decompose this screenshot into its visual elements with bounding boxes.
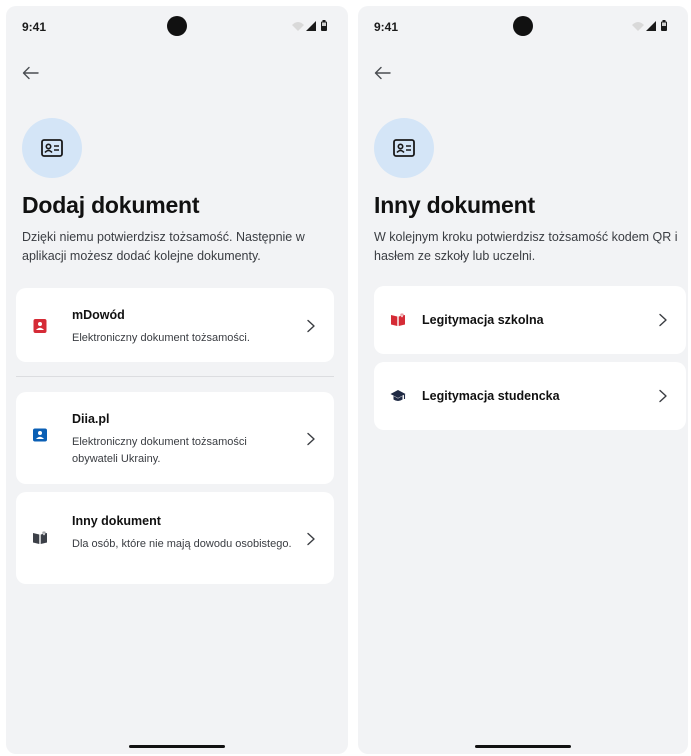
card-description: Elektroniczny dokument tożsamości. bbox=[72, 332, 250, 344]
document-card-other[interactable]: Inny dokument Dla osób, które nie mają d… bbox=[16, 492, 334, 584]
section-divider bbox=[16, 376, 334, 377]
document-card-school-id[interactable]: Legitymacja szkolna bbox=[374, 286, 686, 354]
screenshot-canvas: 9:41 Dodaj dokument Dzięki niemu potwier… bbox=[0, 0, 691, 756]
chevron-right-icon bbox=[307, 432, 315, 446]
status-bar: 9:41 bbox=[358, 6, 688, 46]
book-icon bbox=[33, 531, 47, 544]
document-card-mdowod[interactable]: mDowód Elektroniczny dokument tożsamości… bbox=[16, 288, 334, 362]
document-card-diia[interactable]: Diia.pl Elektroniczny dokument tożsamośc… bbox=[16, 392, 334, 484]
document-card-student-id[interactable]: Legitymacja studencka bbox=[374, 362, 686, 430]
card-description: Dla osób, które nie mają dowodu osobiste… bbox=[72, 538, 292, 550]
back-arrow-icon[interactable] bbox=[20, 62, 42, 84]
book-icon bbox=[391, 313, 405, 326]
signal-battery-icon bbox=[292, 20, 327, 31]
status-bar: 9:41 bbox=[6, 6, 348, 46]
chevron-right-icon bbox=[659, 313, 667, 327]
page-title: Inny dokument bbox=[374, 192, 535, 218]
chevron-right-icon bbox=[307, 319, 315, 333]
graduation-cap-icon bbox=[390, 390, 406, 401]
card-title: mDowód bbox=[72, 308, 125, 322]
home-indicator[interactable] bbox=[129, 745, 225, 748]
id-badge-icon bbox=[33, 319, 47, 333]
card-title: Inny dokument bbox=[72, 514, 161, 528]
signal-battery-icon bbox=[632, 20, 667, 31]
home-indicator[interactable] bbox=[475, 745, 571, 748]
chevron-right-icon bbox=[659, 389, 667, 403]
page-subtitle: W kolejnym kroku potwierdzisz tożsamość … bbox=[374, 230, 678, 263]
card-description: Elektroniczny dokument tożsamości obywat… bbox=[72, 436, 247, 465]
id-card-outline-icon bbox=[41, 139, 63, 157]
id-card-outline-icon bbox=[393, 139, 415, 157]
back-arrow-icon[interactable] bbox=[372, 62, 394, 84]
document-illustration bbox=[374, 118, 434, 178]
status-time: 9:41 bbox=[22, 20, 47, 34]
status-time: 9:41 bbox=[374, 20, 399, 34]
camera-cutout bbox=[513, 16, 533, 36]
phone-screen-add-document: 9:41 Dodaj dokument Dzięki niemu potwier… bbox=[6, 6, 348, 754]
card-title: Legitymacja studencka bbox=[422, 389, 560, 403]
phone-screen-other-document: 9:41 Inny dokument W kolejnym kroku potw… bbox=[358, 6, 688, 754]
page-subtitle: Dzięki niemu potwierdzisz tożsamość. Nas… bbox=[22, 230, 305, 263]
camera-cutout bbox=[167, 16, 187, 36]
card-title: Legitymacja szkolna bbox=[422, 313, 544, 327]
card-title: Diia.pl bbox=[72, 412, 110, 426]
id-card-icon bbox=[33, 428, 47, 442]
chevron-right-icon bbox=[307, 532, 315, 546]
document-illustration bbox=[22, 118, 82, 178]
page-title: Dodaj dokument bbox=[22, 192, 200, 218]
